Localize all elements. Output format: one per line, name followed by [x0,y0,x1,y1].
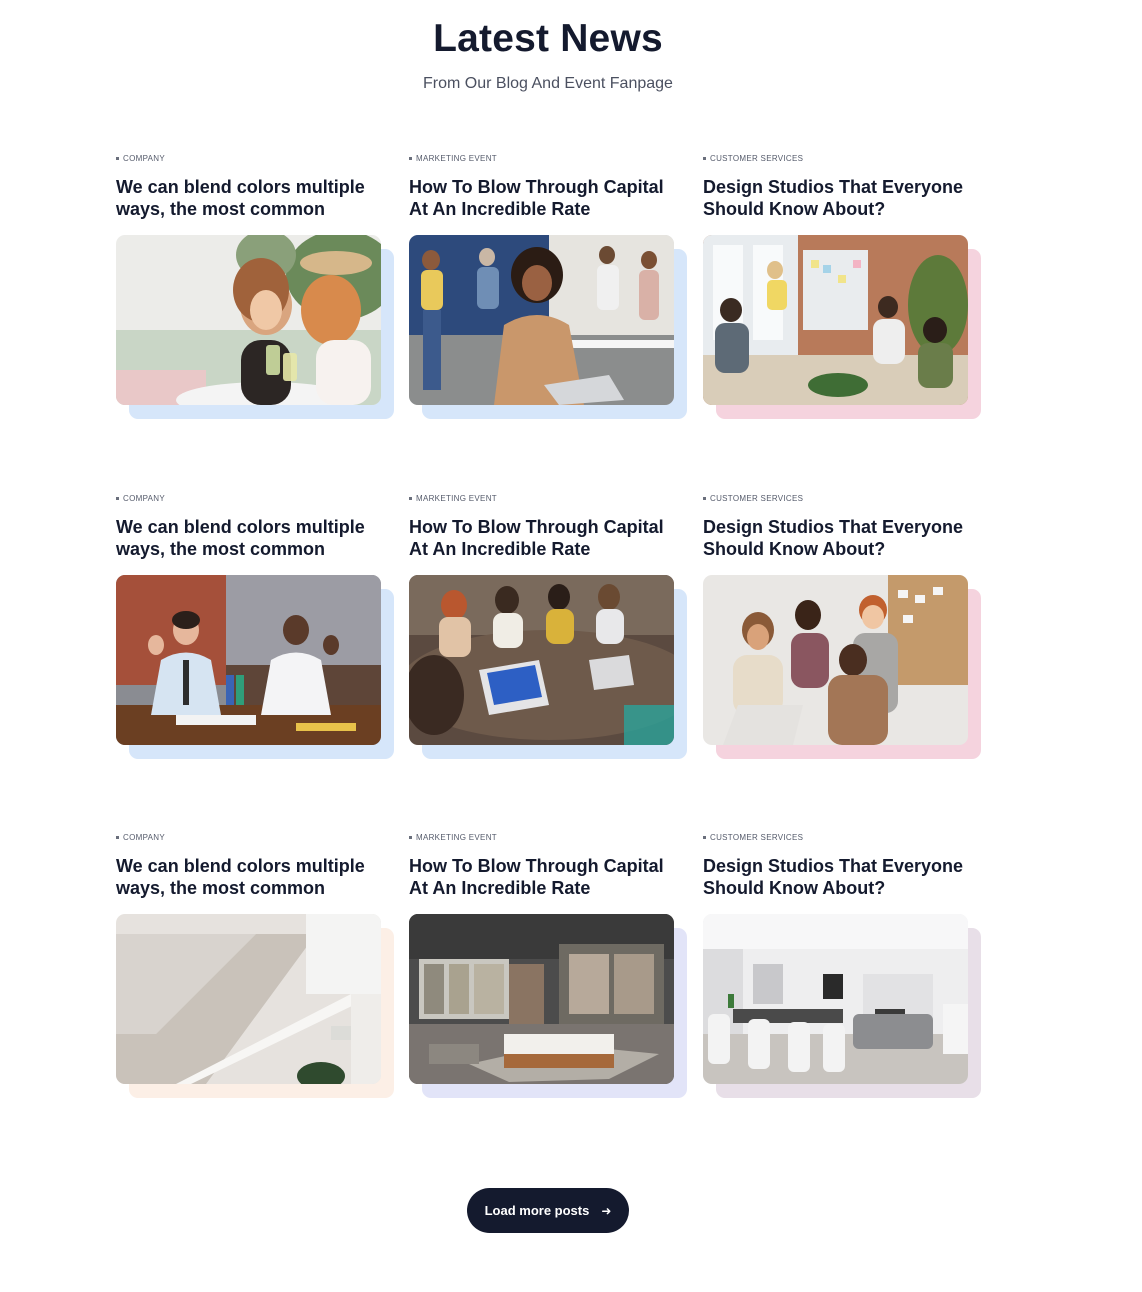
team-around-laptop-photo[interactable] [703,575,968,745]
bullet-dot [409,156,412,160]
post-category: MARKETING EVENT [409,831,684,843]
post-title-link[interactable]: How To Blow Through Capital At An Incred… [409,517,677,560]
post-category: CUSTOMER SERVICES [703,152,978,164]
post-category: COMPANY [116,831,391,843]
post-card[interactable]: CUSTOMER SERVICES Design Studios That Ev… [703,492,981,760]
bullet-dot [116,496,119,500]
load-more-button[interactable]: Load more posts ➜ [467,1188,629,1233]
post-card[interactable]: MARKETING EVENT How To Blow Through Capi… [409,152,687,420]
arrow-right-icon: ➜ [601,1203,612,1218]
post-media[interactable] [703,914,982,1099]
page-subtitle: From Our Blog And Event Fanpage [423,75,673,92]
woman-at-laptop-office-photo[interactable] [409,235,674,405]
bullet-dot [703,496,706,500]
post-category: COMPANY [116,492,391,504]
load-more-label: Load more posts [484,1203,590,1218]
post-title-link[interactable]: How To Blow Through Capital At An Incred… [409,856,677,899]
bullet-dot [409,835,412,839]
post-title-link[interactable]: Design Studios That Everyone Should Know… [703,177,971,220]
bullet-dot [116,835,119,839]
post-media[interactable] [409,914,688,1099]
post-title-link[interactable]: How To Blow Through Capital At An Incred… [409,177,677,220]
post-media[interactable] [409,235,688,420]
category-label: CUSTOMER SERVICES [710,493,804,503]
bullet-dot [116,156,119,160]
post-media[interactable] [703,575,982,760]
post-title-link[interactable]: Design Studios That Everyone Should Know… [703,517,971,560]
post-title-link[interactable]: We can blend colors multiple ways, the m… [116,856,384,899]
two-women-laughing-photo[interactable] [116,235,381,405]
post-card[interactable]: COMPANY We can blend colors multiple way… [116,152,394,420]
post-card[interactable]: CUSTOMER SERVICES Design Studios That Ev… [703,831,981,1099]
whiteboard-meeting-photo[interactable] [703,235,968,405]
bullet-dot [703,835,706,839]
post-card[interactable]: COMPANY We can blend colors multiple way… [116,831,394,1099]
category-label: CUSTOMER SERVICES [710,153,804,163]
post-media[interactable] [116,575,395,760]
category-label: MARKETING EVENT [416,153,497,163]
post-category: MARKETING EVENT [409,492,684,504]
post-card[interactable]: CUSTOMER SERVICES Design Studios That Ev… [703,152,981,420]
post-media[interactable] [409,575,688,760]
category-label: CUSTOMER SERVICES [710,832,804,842]
post-category: CUSTOMER SERVICES [703,831,978,843]
white-staircase-photo[interactable] [116,914,381,1084]
category-label: COMPANY [123,153,165,163]
team-laptops-table-photo[interactable] [409,575,674,745]
bullet-dot [409,496,412,500]
post-card[interactable]: MARKETING EVENT How To Blow Through Capi… [409,492,687,760]
category-label: MARKETING EVENT [416,493,497,503]
page-title: Latest News [433,17,663,60]
two-men-celebrating-photo[interactable] [116,575,381,745]
category-label: COMPANY [123,493,165,503]
post-title-link[interactable]: Design Studios That Everyone Should Know… [703,856,971,899]
bullet-dot [703,156,706,160]
category-label: MARKETING EVENT [416,832,497,842]
post-category: CUSTOMER SERVICES [703,492,978,504]
post-category: MARKETING EVENT [409,152,684,164]
post-media[interactable] [116,235,395,420]
category-label: COMPANY [123,832,165,842]
modern-bedroom-photo[interactable] [409,914,674,1084]
post-media[interactable] [703,235,982,420]
post-media[interactable] [116,914,395,1099]
post-title-link[interactable]: We can blend colors multiple ways, the m… [116,517,384,560]
post-card[interactable]: MARKETING EVENT How To Blow Through Capi… [409,831,687,1099]
post-category: COMPANY [116,152,391,164]
post-title-link[interactable]: We can blend colors multiple ways, the m… [116,177,384,220]
post-card[interactable]: COMPANY We can blend colors multiple way… [116,492,394,760]
dining-living-room-photo[interactable] [703,914,968,1084]
